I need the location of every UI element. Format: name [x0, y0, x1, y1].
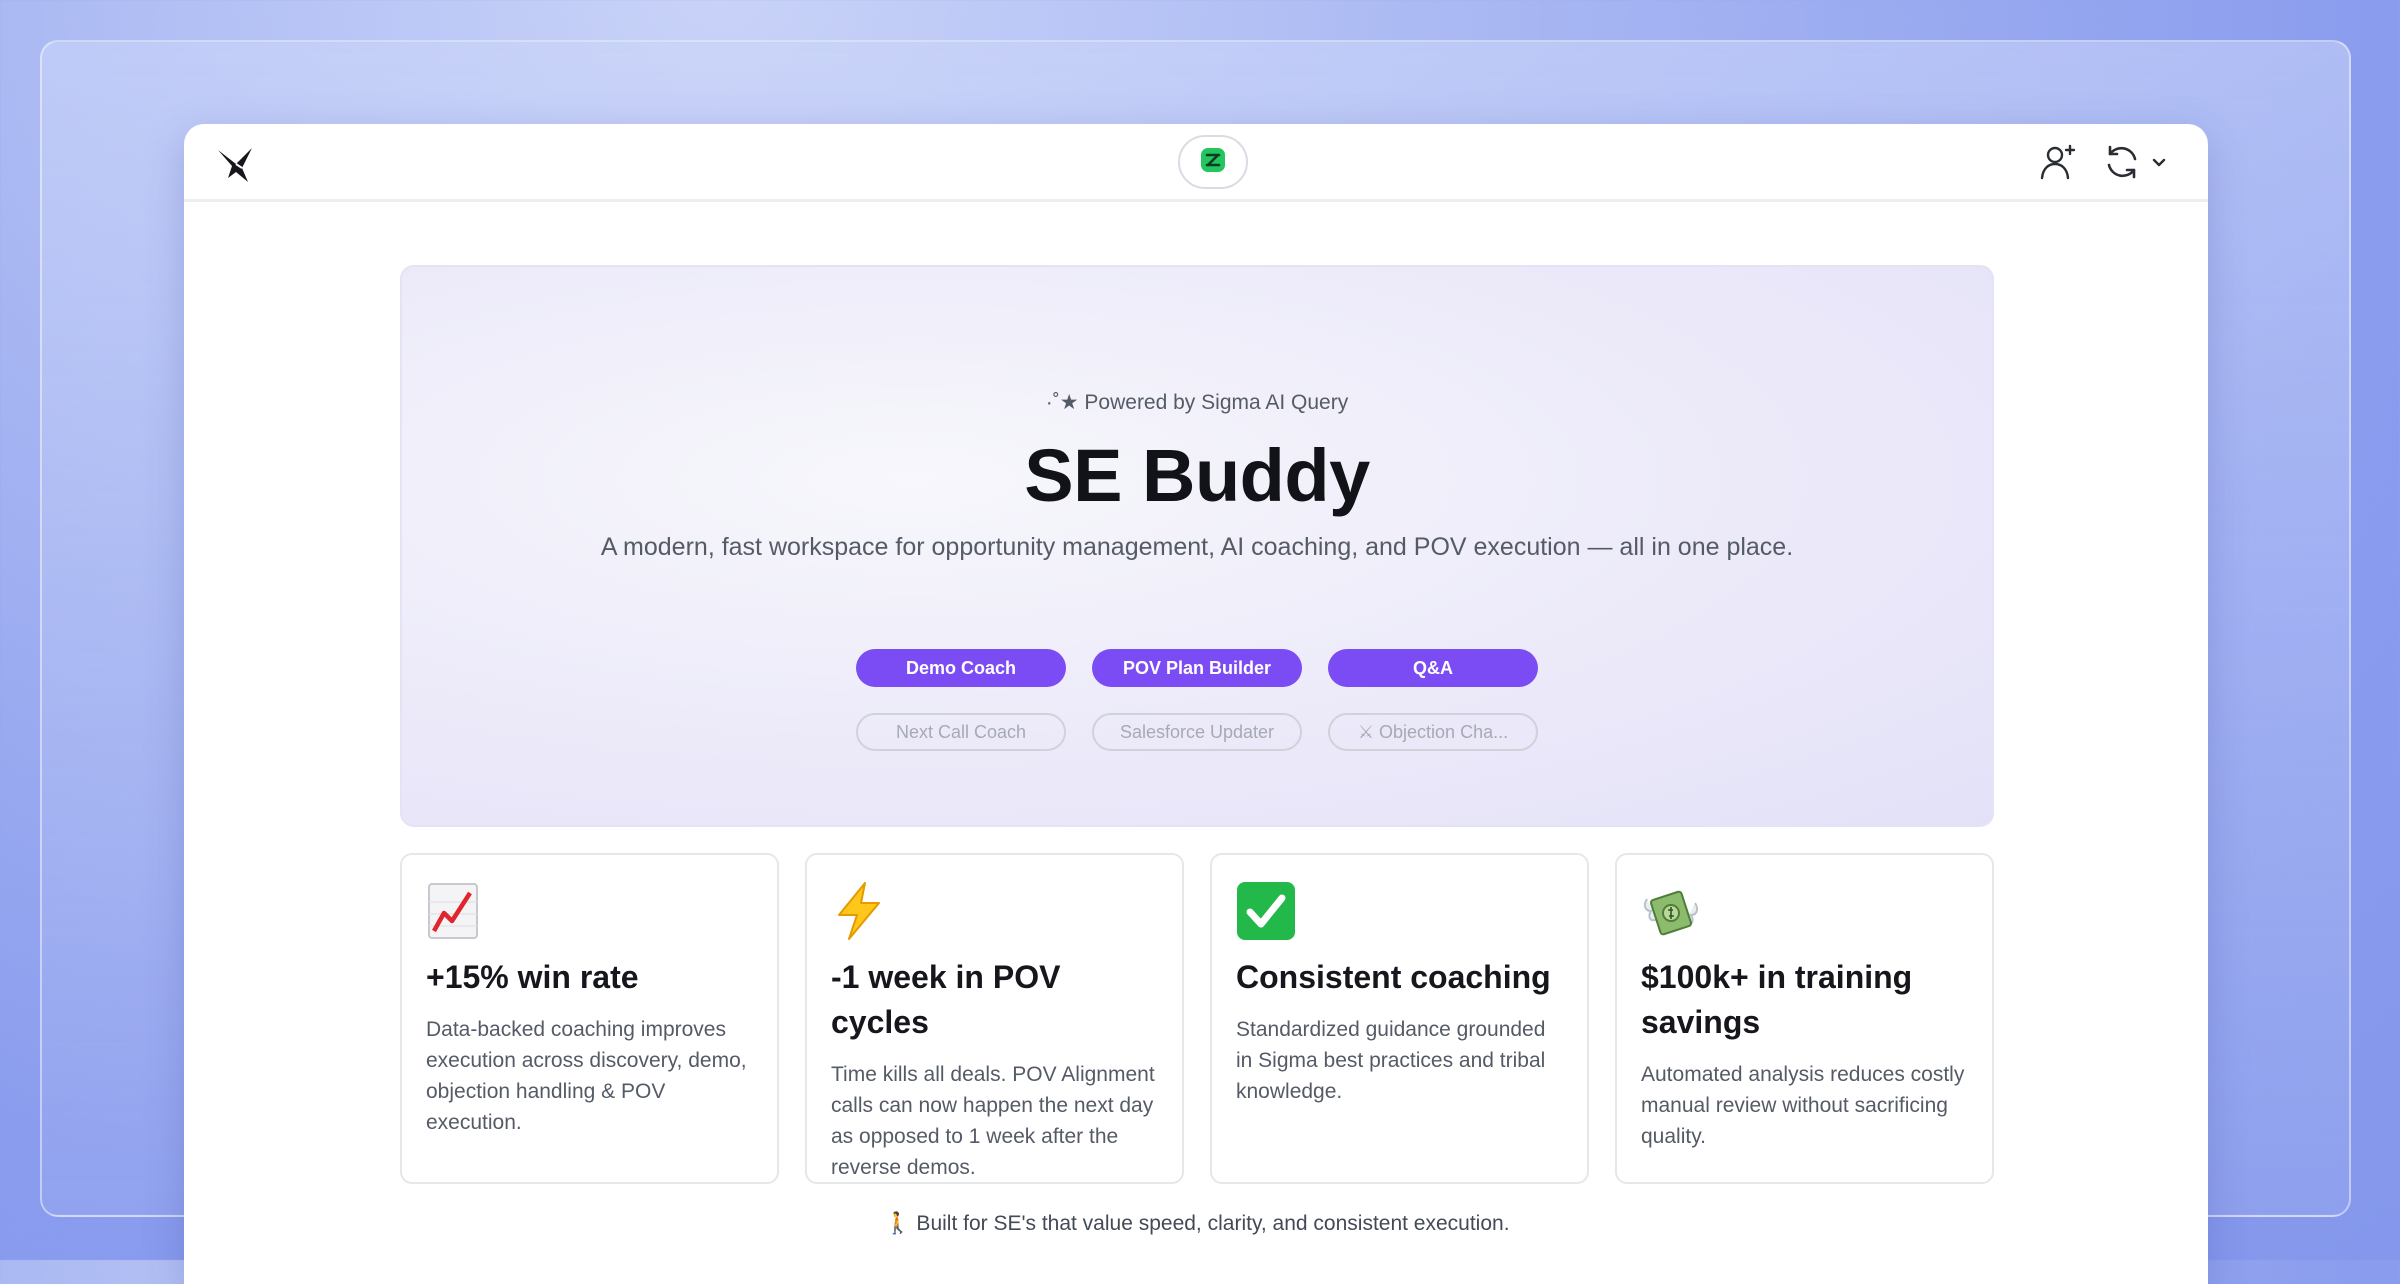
- add-user-icon: [2038, 142, 2078, 187]
- page-title: SE Buddy: [1024, 434, 1370, 517]
- page-subtitle: A modern, fast workspace for opportunity…: [600, 533, 1794, 561]
- check-mark-icon: [1236, 881, 1296, 941]
- demo-coach-button[interactable]: Demo Coach: [856, 649, 1066, 687]
- sigma-app-icon: [1198, 145, 1228, 180]
- add-user-button[interactable]: [2036, 143, 2080, 187]
- benefit-card: +15% win rate Data-backed coaching impro…: [400, 853, 779, 1184]
- card-title: -1 week in POV cycles: [831, 959, 1061, 1040]
- secondary-actions: Next Call Coach Salesforce Updater ⚔ Obj…: [402, 713, 1992, 751]
- card-text: Time kills all deals. POV Alignment call…: [831, 1063, 1155, 1179]
- bird-logo-icon[interactable]: [214, 142, 258, 186]
- money-with-wings-icon: [1641, 881, 1701, 941]
- benefit-card: $100k+ in training savings Automated ana…: [1615, 853, 1994, 1184]
- benefit-card: -1 week in POV cycles Time kills all dea…: [805, 853, 1184, 1184]
- benefit-cards: +15% win rate Data-backed coaching impro…: [400, 853, 1994, 1184]
- next-call-coach-button[interactable]: Next Call Coach: [856, 713, 1066, 751]
- refresh-icon: [2102, 142, 2142, 187]
- footer-tagline: 🚶 Built for SE's that value speed, clari…: [884, 1212, 1510, 1235]
- pov-plan-builder-button[interactable]: POV Plan Builder: [1092, 649, 1302, 687]
- objection-champion-button[interactable]: ⚔ Objection Cha...: [1328, 713, 1538, 751]
- card-title: $100k+ in training savings: [1641, 959, 1913, 1040]
- sync-menu-button[interactable]: [2102, 142, 2168, 187]
- card-text: Standardized guidance grounded in Sigma …: [1236, 1018, 1546, 1103]
- qa-button[interactable]: Q&A: [1328, 649, 1538, 687]
- chart-increasing-icon: [426, 881, 486, 941]
- card-text: Data-backed coaching improves execution …: [426, 1018, 747, 1134]
- benefit-card: Consistent coaching Standardized guidanc…: [1210, 853, 1589, 1184]
- top-bar: [184, 124, 2208, 202]
- sigma-app-badge[interactable]: [1178, 135, 1248, 189]
- app-window: ·˚★ Powered by Sigma AI Query SE Buddy A…: [184, 124, 2208, 1284]
- hero-panel: ·˚★ Powered by Sigma AI Query SE Buddy A…: [400, 265, 1994, 827]
- salesforce-updater-button[interactable]: Salesforce Updater: [1092, 713, 1302, 751]
- card-text: Automated analysis reduces costly manual…: [1641, 1063, 1965, 1148]
- main-content: ·˚★ Powered by Sigma AI Query SE Buddy A…: [400, 265, 1994, 1236]
- primary-actions: Demo Coach POV Plan Builder Q&A: [402, 649, 1992, 687]
- card-title: Consistent coaching: [1236, 959, 1551, 995]
- card-title: +15% win rate: [426, 959, 639, 995]
- powered-by-label: ·˚★ Powered by Sigma AI Query: [1045, 391, 1349, 414]
- lightning-icon: [831, 881, 891, 941]
- chevron-down-icon: [2150, 153, 2168, 176]
